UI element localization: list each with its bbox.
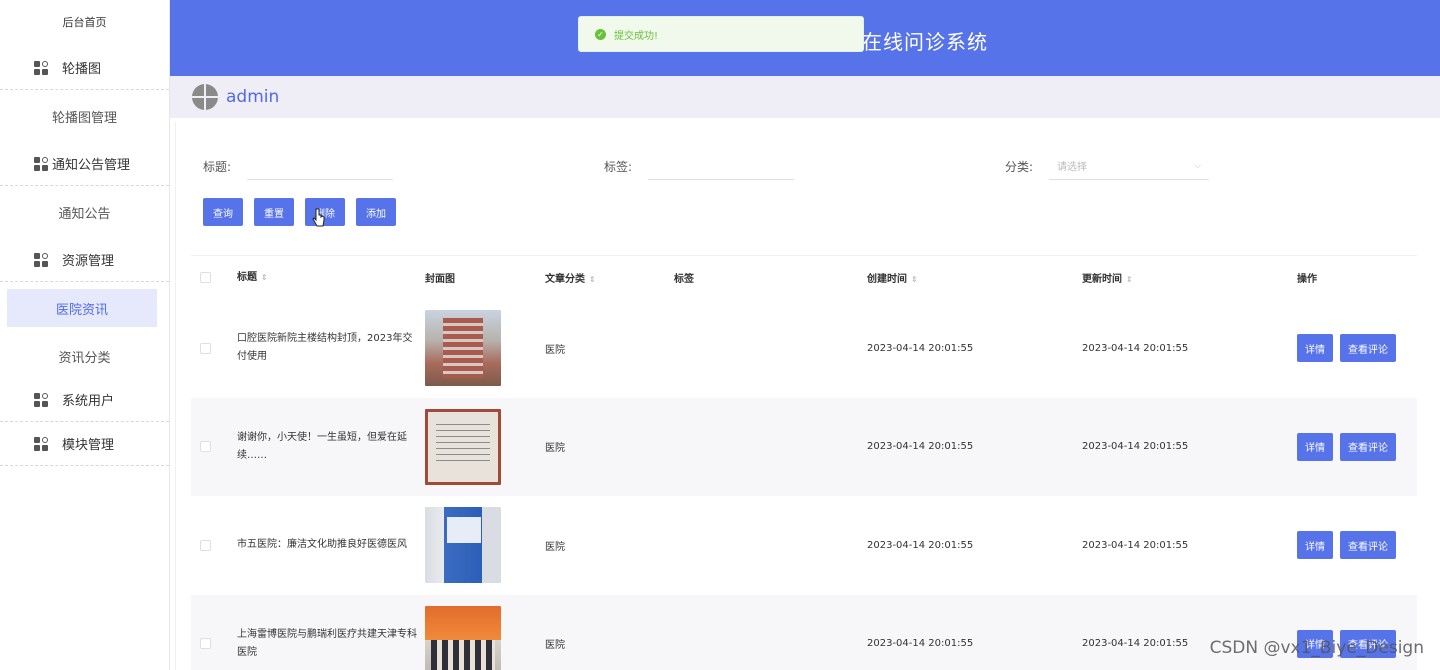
detail-button[interactable]: 详情	[1297, 531, 1333, 560]
username[interactable]: admin	[226, 87, 279, 107]
sidebar-item-carousel-manage[interactable]: 轮播图管理	[0, 90, 169, 142]
tag-filter-label: 标签:	[604, 159, 633, 174]
cover-image	[425, 605, 501, 670]
apps-icon	[34, 60, 48, 75]
sidebar-group-label: 资源管理	[62, 254, 115, 269]
row-checkbox[interactable]	[200, 638, 211, 650]
table-header: 标题 ⇕ 封面图 文章分类 ⇕ 标签 创建时间 ⇕ 更新时间 ⇕ 操作	[191, 255, 1417, 299]
header-title[interactable]: 标题	[237, 272, 257, 283]
title-filter-label: 标题:	[203, 159, 232, 174]
sidebar-item-notice[interactable]: 通知公告	[0, 186, 169, 238]
tag-filter: 标签:	[604, 152, 795, 180]
watermark: CSDN @vx1_Biye_Design	[1209, 638, 1424, 658]
title-input[interactable]	[247, 152, 394, 180]
sidebar-home[interactable]: 后台首页	[0, 0, 169, 46]
apps-icon	[34, 436, 48, 451]
category-filter-label: 分类:	[1005, 159, 1034, 174]
sidebar-item-hospital-news[interactable]: 医院资讯	[7, 289, 157, 327]
row-checkbox[interactable]	[200, 342, 211, 354]
sidebar-group-label: 系统用户	[62, 394, 115, 409]
sidebar-group-label: 轮播图	[62, 62, 102, 77]
header-created[interactable]: 创建时间	[867, 274, 907, 285]
row-updated: 2023-04-14 20:01:55	[1082, 539, 1189, 551]
row-checkbox[interactable]	[200, 441, 211, 453]
row-created: 2023-04-14 20:01:55	[867, 638, 974, 650]
apps-icon	[34, 156, 48, 171]
apps-icon	[34, 392, 48, 407]
header-actions: 操作	[1297, 274, 1317, 285]
detail-button[interactable]: 详情	[1297, 432, 1333, 461]
sidebar-group-users[interactable]: 系统用户	[0, 378, 169, 422]
row-title: 上海雷博医院与鹏瑞利医疗共建天津专科医院	[237, 628, 417, 658]
view-comments-button[interactable]: 查看评论	[1340, 432, 1396, 461]
row-updated: 2023-04-14 20:01:55	[1082, 441, 1189, 453]
category-filter: 分类: 请选择 ⌵	[1005, 152, 1210, 180]
category-placeholder: 请选择	[1057, 162, 1088, 173]
table-row: 口腔医院新院主楼结构封顶，2023年交付使用 医院 2023-04-14 20:…	[191, 299, 1417, 398]
table-row: 谢谢你，小天使！一生虽短，但爱在延续…… 医院 2023-04-14 20:01…	[191, 397, 1417, 496]
header-category[interactable]: 文章分类	[545, 274, 585, 285]
sidebar-group-carousel[interactable]: 轮播图	[0, 46, 169, 90]
table-row: 上海雷博医院与鹏瑞利医疗共建天津专科医院 医院 2023-04-14 20:01…	[191, 594, 1417, 670]
success-toast: ✓ 提交成功!	[578, 16, 864, 52]
main-panel: 标题: 标签: 分类: 请选择 ⌵ 查询 重置 删除 添加 标题 ⇕ 封面图 文章…	[175, 122, 1440, 670]
reset-button[interactable]: 重置	[254, 198, 294, 226]
sidebar-group-label: 模块管理	[62, 438, 115, 453]
header-cover: 封面图	[425, 274, 455, 285]
avatar[interactable]	[192, 84, 218, 110]
header-tag: 标签	[674, 274, 694, 285]
category-select[interactable]: 请选择 ⌵	[1049, 152, 1210, 180]
title-filter: 标题:	[203, 152, 394, 180]
sort-icon[interactable]: ⇕	[261, 273, 268, 282]
sort-icon[interactable]: ⇕	[589, 275, 596, 284]
tag-input[interactable]	[648, 152, 795, 180]
row-updated: 2023-04-14 20:01:55	[1082, 342, 1189, 354]
sidebar-group-modules[interactable]: 模块管理	[0, 422, 169, 466]
cover-image	[425, 408, 501, 485]
chevron-down-icon: ⌵	[1194, 160, 1202, 171]
row-created: 2023-04-14 20:01:55	[867, 441, 974, 453]
cover-image	[425, 507, 501, 584]
row-title: 谢谢你，小天使！一生虽短，但爱在延续……	[237, 431, 407, 461]
sidebar-group-label: 通知公告管理	[52, 158, 131, 173]
select-all-checkbox[interactable]	[200, 272, 211, 283]
row-created: 2023-04-14 20:01:55	[867, 342, 974, 354]
header-updated[interactable]: 更新时间	[1082, 274, 1122, 285]
sidebar-group-notice[interactable]: 通知公告管理	[0, 142, 169, 186]
row-category: 医院	[545, 344, 565, 356]
view-comments-button[interactable]: 查看评论	[1340, 531, 1396, 560]
sidebar-group-resource[interactable]: 资源管理	[0, 238, 169, 282]
row-title: 口腔医院新院主楼结构封顶，2023年交付使用	[237, 333, 413, 363]
user-bar: admin	[170, 76, 1440, 118]
success-check-icon: ✓	[595, 28, 606, 40]
sort-icon[interactable]: ⇕	[911, 275, 918, 284]
apps-icon	[34, 252, 48, 267]
row-checkbox[interactable]	[200, 539, 211, 551]
query-button[interactable]: 查询	[203, 198, 243, 226]
row-category: 医院	[545, 443, 565, 455]
detail-button[interactable]: 详情	[1297, 334, 1333, 363]
row-created: 2023-04-14 20:01:55	[867, 539, 974, 551]
view-comments-button[interactable]: 查看评论	[1340, 334, 1396, 363]
row-category: 医院	[545, 640, 565, 652]
sort-icon[interactable]: ⇕	[1126, 275, 1133, 284]
toolbar: 查询 重置 删除 添加	[203, 198, 407, 226]
pointer-cursor-icon	[312, 208, 325, 227]
add-button[interactable]: 添加	[356, 198, 396, 226]
row-title: 市五医院：廉洁文化助推良好医德医风	[237, 539, 407, 551]
cover-image	[425, 310, 501, 387]
table-row: 市五医院：廉洁文化助推良好医德医风 医院 2023-04-14 20:01:55…	[191, 496, 1417, 595]
sidebar-item-news-category[interactable]: 资讯分类	[0, 334, 169, 378]
sidebar: 后台首页 轮播图 轮播图管理 通知公告管理 通知公告 资源管理 医院资讯 资讯分…	[0, 0, 170, 670]
news-table: 标题 ⇕ 封面图 文章分类 ⇕ 标签 创建时间 ⇕ 更新时间 ⇕ 操作 口腔医院新院主楼…	[191, 255, 1417, 670]
toast-message: 提交成功!	[614, 30, 659, 42]
row-category: 医院	[545, 541, 565, 553]
app-title: 在线问诊系统	[862, 30, 988, 54]
